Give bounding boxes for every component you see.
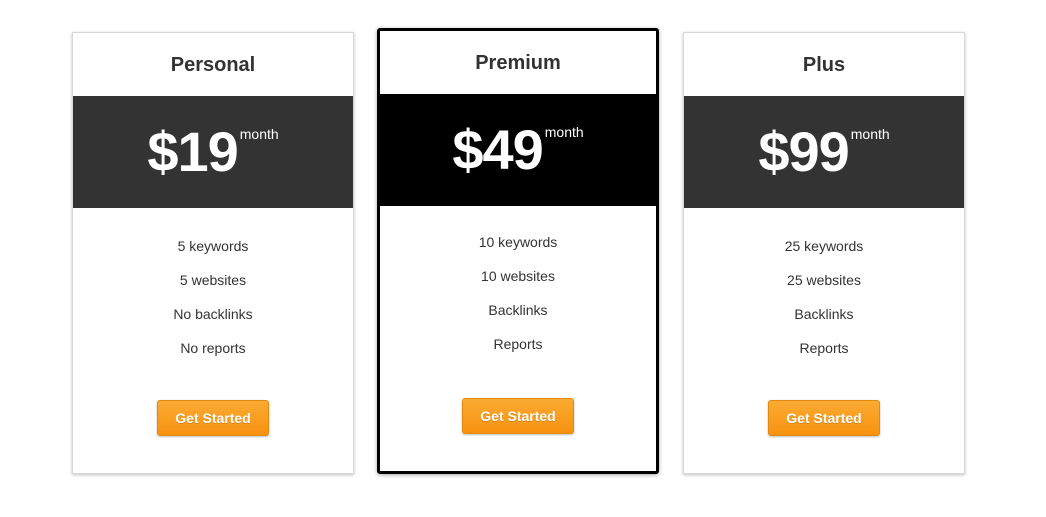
price-band: $99 month: [684, 96, 964, 208]
feature-item: Reports: [799, 340, 849, 356]
pricing-table: Personal $19 month 5 keywords 5 websites …: [0, 0, 1046, 517]
get-started-button-personal[interactable]: Get Started: [157, 400, 269, 436]
feature-list: 5 keywords 5 websites No backlinks No re…: [73, 236, 353, 372]
feature-list: 10 keywords 10 websites Backlinks Report…: [380, 232, 656, 368]
feature-item: 10 keywords: [478, 234, 558, 250]
price-period: month: [850, 126, 890, 142]
feature-item: 5 keywords: [177, 238, 249, 254]
plan-title: Premium: [475, 52, 561, 74]
feature-list: 25 keywords 25 websites Backlinks Report…: [684, 236, 964, 372]
price-amount: $19: [147, 120, 238, 183]
price-amount: $99: [758, 120, 849, 183]
price: $49 month: [380, 120, 656, 180]
price-band: $19 month: [73, 96, 353, 208]
feature-item: No backlinks: [173, 306, 253, 322]
price-band: $49 month: [380, 94, 656, 206]
feature-item: Reports: [493, 336, 543, 352]
feature-item: 5 websites: [179, 272, 247, 288]
price-period: month: [239, 126, 279, 142]
get-started-button-plus[interactable]: Get Started: [768, 400, 880, 436]
feature-item: Backlinks: [488, 302, 548, 318]
pricing-card-personal: Personal $19 month 5 keywords 5 websites …: [72, 32, 354, 474]
price-amount: $49: [452, 118, 543, 181]
pricing-card-plus: Plus $99 month 25 keywords 25 websites Ba…: [683, 32, 965, 474]
price: $99 month: [684, 122, 964, 182]
feature-item: No reports: [180, 340, 246, 356]
get-started-button-premium[interactable]: Get Started: [462, 398, 574, 434]
feature-item: Backlinks: [794, 306, 854, 322]
plan-title: Plus: [802, 54, 846, 76]
price: $19 month: [73, 122, 353, 182]
feature-item: 10 websites: [481, 268, 555, 284]
plan-title: Personal: [170, 54, 256, 76]
feature-item: 25 keywords: [784, 238, 864, 254]
feature-item: 25 websites: [787, 272, 861, 288]
price-period: month: [544, 124, 584, 140]
pricing-card-premium: Premium $49 month 10 keywords 10 websites…: [377, 28, 659, 474]
